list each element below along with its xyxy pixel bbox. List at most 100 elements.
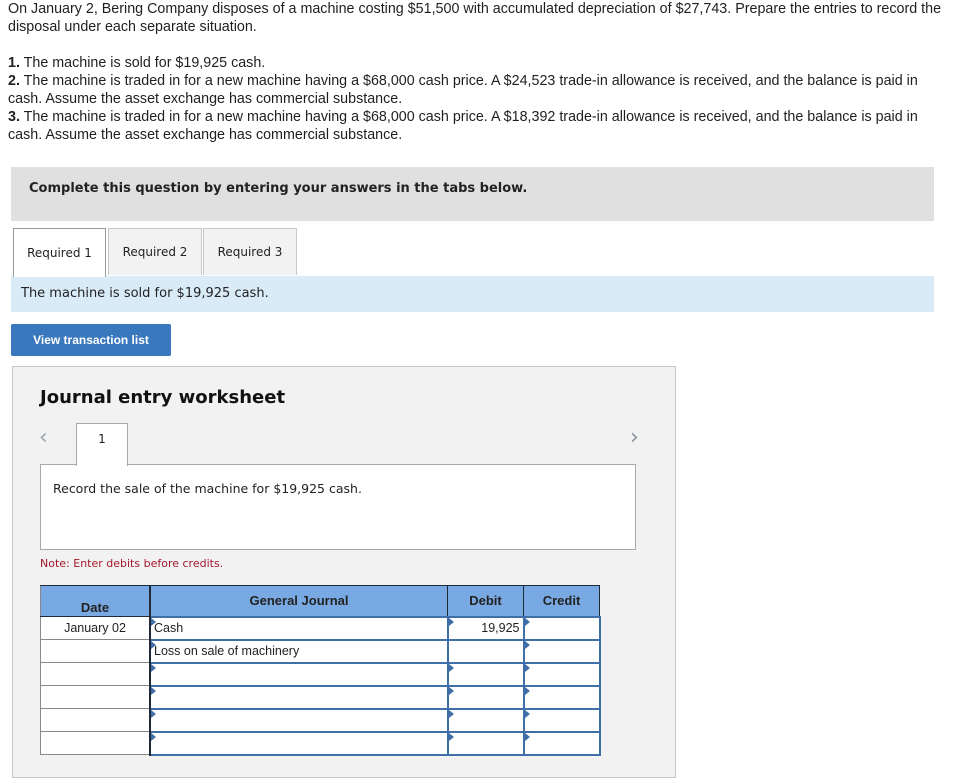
input-marker-icon — [448, 732, 454, 741]
input-marker-icon — [524, 686, 530, 695]
credit-cell[interactable] — [522, 730, 601, 756]
question-intro: On January 2, Bering Company disposes of… — [8, 1, 942, 35]
credit-cell[interactable] — [522, 638, 601, 664]
dropdown-marker-icon — [151, 640, 156, 649]
column-header-credit: Credit — [523, 585, 600, 617]
item-text: The machine is traded in for a new machi… — [8, 109, 918, 143]
journal-entry-worksheet: Journal entry worksheet ‹ 1 › Record the… — [12, 366, 676, 778]
tab-required-3[interactable]: Required 3 — [203, 228, 297, 275]
credit-input[interactable] — [524, 709, 599, 731]
account-input[interactable] — [151, 663, 447, 685]
dropdown-marker-icon — [151, 732, 156, 741]
debit-input[interactable] — [448, 686, 523, 708]
account-input[interactable] — [151, 686, 447, 708]
input-marker-icon — [524, 709, 530, 718]
credit-cell[interactable] — [522, 684, 601, 710]
debit-input[interactable] — [449, 641, 523, 662]
date-cell[interactable]: January 02 — [40, 616, 151, 640]
journal-row: Loss on sale of machinery — [40, 638, 601, 664]
question-item-3: 3. The machine is traded in for a new ma… — [8, 108, 948, 144]
question-item-2: 2. The machine is traded in for a new ma… — [8, 72, 948, 108]
journal-row: January 02 Cash 19,925 — [40, 615, 601, 641]
debit-input[interactable] — [448, 709, 523, 731]
journal-header-row: Date General Journal Debit Credit — [40, 585, 600, 617]
tab-required-1[interactable]: Required 1 — [13, 228, 106, 277]
question-text: On January 2, Bering Company disposes of… — [8, 0, 948, 144]
credit-input[interactable] — [524, 686, 599, 708]
debit-cell[interactable] — [446, 730, 525, 756]
date-cell[interactable] — [40, 708, 151, 732]
account-value: Cash — [154, 621, 184, 635]
journal-row — [40, 707, 601, 733]
date-cell[interactable] — [40, 662, 151, 686]
credit-cell[interactable] — [522, 661, 601, 687]
account-input[interactable] — [151, 732, 447, 754]
debit-cell[interactable]: 19,925 — [446, 615, 525, 641]
credit-cell[interactable] — [522, 707, 601, 733]
entry-description: Record the sale of the machine for $19,9… — [53, 481, 362, 496]
debit-cell[interactable] — [446, 684, 525, 710]
account-value: Loss on sale of machinery — [154, 644, 300, 658]
account-input[interactable]: Cash — [151, 617, 447, 639]
debit-input[interactable] — [448, 732, 523, 754]
input-marker-icon — [524, 617, 530, 626]
account-cell[interactable] — [149, 661, 449, 687]
account-input[interactable] — [151, 709, 447, 731]
debit-input[interactable]: 19,925 — [448, 617, 523, 639]
credit-input[interactable] — [524, 617, 599, 639]
item-text: The machine is traded in for a new machi… — [8, 73, 918, 107]
column-header-debit: Debit — [447, 585, 524, 617]
date-cell[interactable] — [40, 639, 151, 663]
dropdown-marker-icon — [151, 663, 156, 672]
debit-cell[interactable] — [446, 638, 525, 664]
credit-cell[interactable] — [522, 615, 601, 641]
credit-input[interactable] — [524, 732, 599, 754]
column-header-general-journal: General Journal — [149, 585, 448, 617]
account-cell[interactable] — [149, 730, 449, 756]
debit-value: 19,925 — [481, 621, 520, 635]
input-marker-icon — [448, 617, 454, 626]
dropdown-marker-icon — [151, 617, 156, 626]
input-marker-icon — [524, 663, 530, 672]
date-cell[interactable] — [40, 731, 151, 755]
tab-required-2[interactable]: Required 2 — [108, 228, 202, 275]
dropdown-marker-icon — [151, 709, 156, 718]
input-marker-icon — [448, 686, 454, 695]
dropdown-marker-icon — [151, 686, 156, 695]
debit-input[interactable] — [448, 663, 523, 685]
credit-input[interactable] — [524, 640, 599, 662]
view-transaction-list-button[interactable]: View transaction list — [11, 324, 171, 356]
item-number: 2. — [8, 73, 20, 89]
debit-cell[interactable] — [446, 661, 525, 687]
account-cell[interactable]: Cash — [149, 615, 449, 641]
required-tabs: Required 1 Required 2 Required 3 — [11, 228, 934, 277]
entry-description-box: Record the sale of the machine for $19,9… — [40, 464, 636, 550]
entry-note: Note: Enter debits before credits. — [40, 557, 224, 570]
chevron-left-icon[interactable]: ‹ — [39, 425, 48, 450]
credit-input[interactable] — [524, 663, 599, 685]
item-number: 1. — [8, 55, 20, 71]
journal-table: Date General Journal Debit Credit Januar… — [40, 585, 601, 756]
debit-cell[interactable] — [446, 707, 525, 733]
input-marker-icon — [524, 640, 530, 649]
question-item-1: 1. The machine is sold for $19,925 cash. — [8, 54, 948, 72]
input-marker-icon — [448, 663, 454, 672]
item-text: The machine is sold for $19,925 cash. — [19, 55, 266, 71]
account-cell[interactable]: Loss on sale of machinery — [149, 638, 449, 664]
banner-text: Complete this question by entering your … — [29, 181, 528, 196]
requirement-text: The machine is sold for $19,925 cash. — [21, 286, 269, 301]
input-marker-icon — [524, 732, 530, 741]
account-cell[interactable] — [149, 707, 449, 733]
account-cell[interactable] — [149, 684, 449, 710]
journal-body: January 02 Cash 19,925 Loss on sale of mach… — [40, 615, 601, 756]
chevron-right-icon[interactable]: › — [630, 425, 639, 450]
instructions-banner: Complete this question by entering your … — [11, 167, 934, 221]
worksheet-title: Journal entry worksheet — [40, 387, 286, 408]
item-number: 3. — [8, 109, 20, 125]
entry-tab-1[interactable]: 1 — [76, 423, 128, 466]
journal-row — [40, 730, 601, 756]
date-cell[interactable] — [40, 685, 151, 709]
input-marker-icon — [448, 709, 454, 718]
column-header-date: Date — [40, 585, 151, 617]
account-input[interactable]: Loss on sale of machinery — [151, 640, 447, 662]
